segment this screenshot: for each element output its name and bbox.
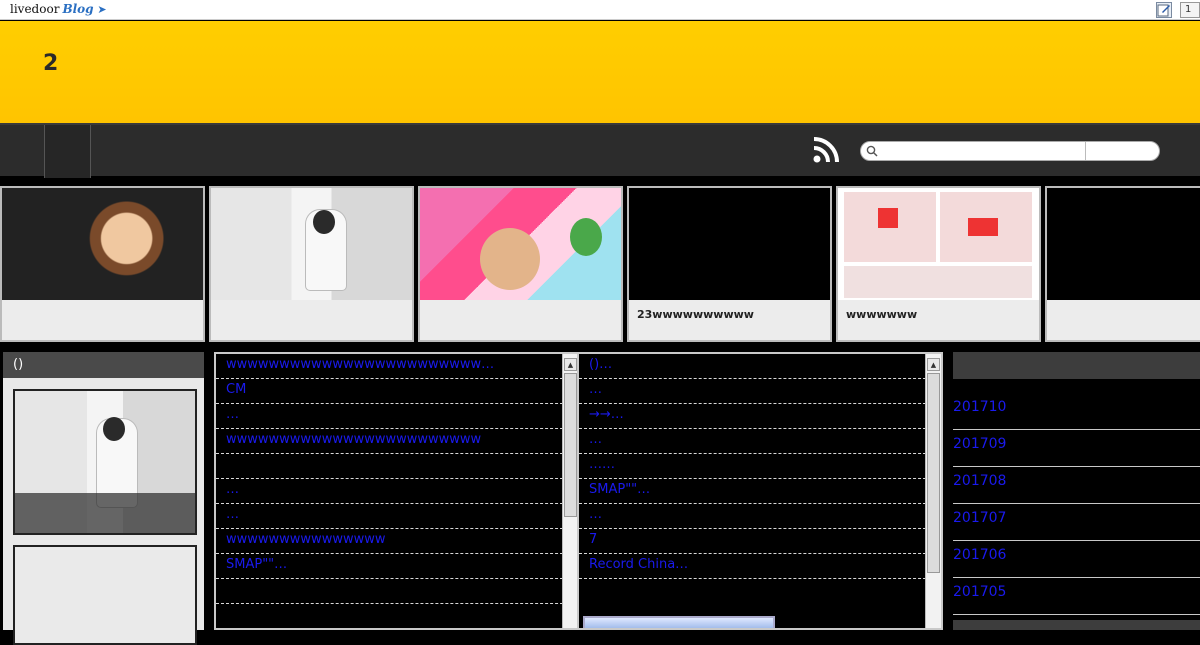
thumbnail-image <box>211 188 412 300</box>
thumbnail-caption <box>2 300 203 340</box>
bird-icon: ➤ <box>97 3 107 16</box>
edit-icon[interactable] <box>1156 2 1172 18</box>
list-item[interactable]: 7 <box>579 529 941 554</box>
left-sidebar: () <box>3 352 204 645</box>
related-posts-list: ()… … →→… … …… SMAP""… … 7 Record China… <box>579 354 941 579</box>
scrollbar-thumb[interactable] <box>564 373 577 517</box>
list-item[interactable]: wwwwwwwwwwwwwwwwwwwwwwww… <box>216 354 578 379</box>
logo-blog-text: Blog <box>62 2 94 16</box>
scroll-up-arrow-icon[interactable]: ▲ <box>564 358 577 371</box>
sidebar-featured-image[interactable] <box>13 389 197 535</box>
rss-icon[interactable] <box>812 136 840 164</box>
list-item[interactable]: … <box>579 429 941 454</box>
thumbnail-caption <box>420 300 621 340</box>
list-item[interactable]: CM <box>216 379 578 404</box>
thumbnail-caption <box>1047 300 1200 340</box>
featured-thumbnail-strip: 23wwwwwwwwww wwwwwww <box>0 184 1200 344</box>
thumbnail-image <box>838 188 1039 300</box>
archive-month-link[interactable]: 201707 <box>953 504 1200 541</box>
list-item[interactable]: SMAP""… <box>579 479 941 504</box>
monthly-archive: 201710 201709 201708 201707 201706 20170… <box>953 352 1200 630</box>
list-item[interactable]: ()… <box>579 354 941 379</box>
thumbnail-image <box>1047 188 1200 300</box>
archive-month-link[interactable]: 201709 <box>953 430 1200 467</box>
livedoor-topbar: livedoor Blog ➤ 1 <box>0 0 1200 20</box>
archive-list: 201710 201709 201708 201707 201706 20170… <box>953 393 1200 615</box>
list-item[interactable]: Record China… <box>579 554 941 579</box>
archive-month-link[interactable]: 201708 <box>953 467 1200 504</box>
thumbnail-card[interactable]: wwwwwww <box>836 186 1041 342</box>
thumbnail-card[interactable] <box>0 186 205 342</box>
thumbnail-caption <box>211 300 412 340</box>
archive-month-link[interactable]: 201705 <box>953 578 1200 615</box>
nav-menu-item[interactable] <box>44 125 91 178</box>
archive-month-link[interactable]: 201710 <box>953 393 1200 430</box>
thumbnail-card[interactable] <box>209 186 414 342</box>
thumbnail-caption: wwwwwww <box>838 300 1039 340</box>
archive-footer <box>953 620 1200 630</box>
sidebar-secondary-image[interactable] <box>13 545 197 645</box>
scroll-up-arrow-icon[interactable]: ▲ <box>927 358 940 371</box>
list-item[interactable]: SMAP""… <box>216 554 578 579</box>
search-divider <box>1085 142 1086 160</box>
list-item[interactable]: →→… <box>579 404 941 429</box>
ad-banner[interactable] <box>583 616 775 628</box>
list-item[interactable]: … <box>216 504 578 529</box>
latest-posts-list: wwwwwwwwwwwwwwwwwwwwwwww… CM … wwwwwwwww… <box>216 354 578 628</box>
site-title[interactable]: 2 <box>43 51 58 76</box>
thumbnail-card[interactable]: 23wwwwwwwwww <box>627 186 832 342</box>
thumbnail-card[interactable] <box>1045 186 1200 342</box>
list-item[interactable]: wwwwwwwwwwwwwwwwwwwwwwww <box>216 429 578 454</box>
list-item[interactable]: … <box>216 479 578 504</box>
logo-text: livedoor <box>10 2 60 16</box>
sidebar-heading: () <box>3 352 204 378</box>
archive-heading <box>953 352 1200 379</box>
scrollbar[interactable]: ▲ <box>562 354 578 628</box>
livedoor-blog-logo[interactable]: livedoor Blog ➤ <box>10 2 107 16</box>
list-item[interactable] <box>216 604 578 628</box>
list-item[interactable]: … <box>216 404 578 429</box>
list-item[interactable] <box>216 579 578 604</box>
thumbnail-image <box>420 188 621 300</box>
thumbnail-caption: 23wwwwwwwwww <box>629 300 830 340</box>
list-item[interactable] <box>216 454 578 479</box>
related-posts-panel: ()… … →→… … …… SMAP""… … 7 Record China…… <box>577 352 943 630</box>
search-icon <box>866 145 878 157</box>
search-input[interactable] <box>881 143 1083 159</box>
scrollbar[interactable]: ▲ <box>925 354 941 628</box>
thumbnail-card[interactable] <box>418 186 623 342</box>
latest-posts-panel: wwwwwwwwwwwwwwwwwwwwwwww… CM … wwwwwwwww… <box>214 352 580 630</box>
blog-header: 2 <box>0 21 1200 123</box>
list-item[interactable]: … <box>579 379 941 404</box>
scrollbar-thumb[interactable] <box>927 373 940 573</box>
list-item[interactable]: … <box>579 504 941 529</box>
archive-month-link[interactable]: 201706 <box>953 541 1200 578</box>
search-box <box>860 141 1160 161</box>
list-item[interactable]: …… <box>579 454 941 479</box>
nav-bar <box>0 123 1200 178</box>
list-item[interactable]: wwwwwwwwwwwwwww <box>216 529 578 554</box>
thumbnail-image <box>629 188 830 300</box>
thumbnail-image <box>2 188 203 300</box>
topbar-extra-button[interactable]: 1 <box>1180 2 1200 18</box>
